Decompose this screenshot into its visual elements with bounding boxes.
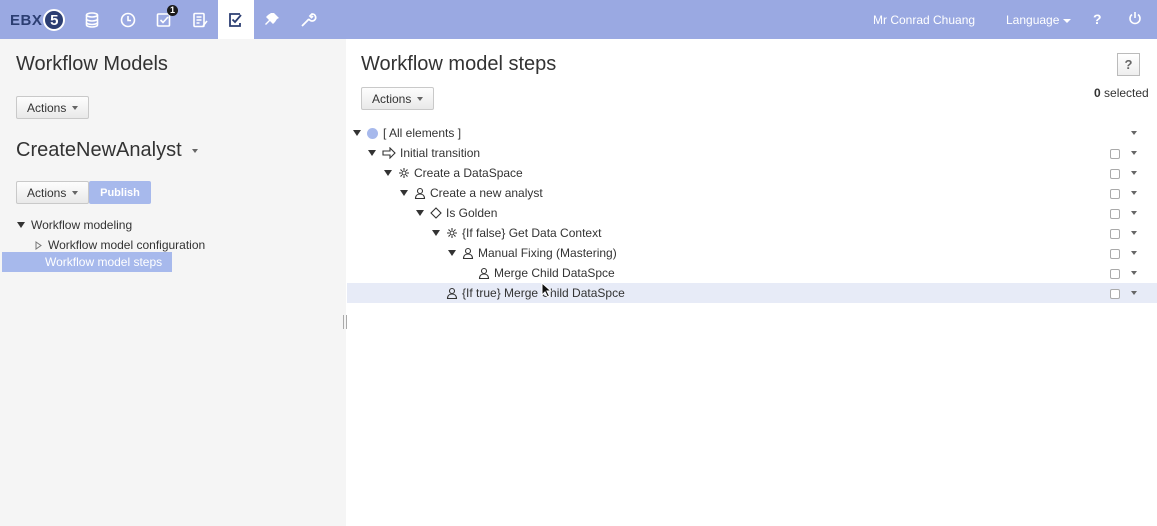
tree-row[interactable]: {If true} Merge Child DataSpce bbox=[347, 283, 1157, 303]
help-button[interactable]: ? bbox=[1093, 11, 1102, 27]
chevron-down-icon[interactable] bbox=[1131, 231, 1137, 235]
ebx5-logo[interactable]: EBX 5 bbox=[10, 8, 66, 32]
row-checkbox[interactable] bbox=[1110, 269, 1120, 279]
row-checkbox[interactable] bbox=[1110, 149, 1120, 159]
chevron-down-icon[interactable] bbox=[1131, 191, 1137, 195]
tree-node-workflow-modeling[interactable]: Workflow modeling bbox=[17, 215, 132, 235]
tree-row[interactable]: Create a DataSpace bbox=[347, 163, 1157, 183]
tree-row[interactable]: Initial transition bbox=[347, 143, 1157, 163]
row-label: Is Golden bbox=[446, 206, 498, 220]
steps-title: Workflow model steps bbox=[361, 53, 557, 75]
row-checkbox[interactable] bbox=[1110, 169, 1120, 179]
tree-row[interactable]: [ All elements ] bbox=[347, 123, 1157, 143]
chevron-down-icon bbox=[1063, 18, 1072, 23]
circle-icon bbox=[367, 127, 378, 139]
row-label: Create a new analyst bbox=[430, 186, 543, 200]
steps-actions-button[interactable]: Actions bbox=[361, 87, 435, 110]
row-checkbox[interactable] bbox=[1110, 249, 1120, 259]
expand-triangle-icon[interactable] bbox=[353, 130, 361, 136]
actions-label: Actions bbox=[27, 100, 67, 115]
help-button[interactable]: ? bbox=[1117, 53, 1140, 76]
chevron-down-icon[interactable] bbox=[1131, 171, 1137, 175]
chevron-down-icon bbox=[72, 190, 79, 195]
mouse-cursor-icon bbox=[541, 282, 553, 298]
chevron-down-icon bbox=[72, 105, 79, 110]
chevron-down-icon[interactable] bbox=[1131, 251, 1137, 255]
chevron-down-icon bbox=[417, 96, 424, 101]
expand-triangle-icon[interactable] bbox=[17, 222, 25, 228]
plugin-icon[interactable] bbox=[254, 0, 290, 39]
row-label: Manual Fixing (Mastering) bbox=[478, 246, 617, 260]
user-task-icon bbox=[446, 287, 458, 299]
chevron-down-icon[interactable] bbox=[1131, 271, 1137, 275]
tasks-icon[interactable]: 1 bbox=[146, 0, 182, 39]
language-label: Language bbox=[1006, 13, 1060, 27]
expand-triangle-icon[interactable] bbox=[416, 210, 424, 216]
chevron-down-icon[interactable] bbox=[1131, 131, 1137, 135]
language-menu[interactable]: Language bbox=[1006, 13, 1072, 27]
expand-triangle-icon[interactable] bbox=[384, 170, 392, 176]
left-pane: Workflow Models Actions CreateNewAnalyst… bbox=[0, 39, 346, 526]
gear-icon bbox=[447, 228, 457, 238]
user-task-icon bbox=[414, 187, 426, 199]
chevron-down-icon[interactable] bbox=[1131, 151, 1137, 155]
row-checkbox[interactable] bbox=[1110, 229, 1120, 239]
row-label: Merge Child DataSpce bbox=[494, 266, 615, 280]
logo-number: 5 bbox=[43, 9, 66, 31]
model-name[interactable]: CreateNewAnalyst bbox=[16, 139, 182, 162]
database-icon[interactable] bbox=[74, 0, 110, 39]
chevron-down-icon[interactable] bbox=[1131, 291, 1137, 295]
row-label: [ All elements ] bbox=[383, 126, 462, 140]
row-checkbox[interactable] bbox=[1110, 189, 1120, 199]
collapse-triangle-icon[interactable] bbox=[35, 240, 43, 250]
row-checkbox[interactable] bbox=[1110, 209, 1120, 219]
clock-icon[interactable] bbox=[110, 0, 146, 39]
tree-row[interactable]: Create a new analyst bbox=[347, 183, 1157, 203]
user-menu[interactable]: Mr Conrad Chuang bbox=[873, 13, 975, 27]
selection-count: 0 selected bbox=[1094, 86, 1149, 100]
tree-row[interactable]: {If false} Get Data Context bbox=[347, 223, 1157, 243]
row-label: Create a DataSpace bbox=[414, 166, 523, 180]
user-task-icon bbox=[478, 267, 490, 279]
tree-row[interactable]: Is Golden bbox=[347, 203, 1157, 223]
publish-button[interactable]: Publish bbox=[89, 181, 151, 204]
power-icon[interactable] bbox=[1128, 11, 1142, 28]
workflow-check-icon[interactable] bbox=[218, 0, 254, 39]
tree-node-label: Workflow modeling bbox=[31, 218, 133, 232]
diamond-condition-icon bbox=[430, 207, 442, 219]
chevron-down-icon[interactable] bbox=[1131, 211, 1137, 215]
tree-node-label: Workflow model steps bbox=[45, 255, 163, 269]
model-actions-button[interactable]: Actions bbox=[16, 181, 90, 204]
tree-row[interactable]: Manual Fixing (Mastering) bbox=[347, 243, 1157, 263]
notification-badge: 1 bbox=[167, 5, 178, 16]
row-checkbox[interactable] bbox=[1110, 289, 1120, 299]
expand-triangle-icon[interactable] bbox=[368, 150, 376, 156]
right-pane: Workflow model steps ? Actions 0 selecte… bbox=[347, 39, 1157, 526]
expand-triangle-icon[interactable] bbox=[448, 250, 456, 256]
tree-node-label: Workflow model configuration bbox=[48, 238, 206, 252]
transition-arrow-icon bbox=[382, 147, 396, 159]
actions-label: Actions bbox=[372, 91, 412, 106]
row-label: {If false} Get Data Context bbox=[462, 226, 602, 240]
row-label: Initial transition bbox=[400, 146, 481, 160]
actions-button[interactable]: Actions bbox=[16, 96, 90, 119]
tree-node-model-steps[interactable]: Workflow model steps bbox=[2, 252, 172, 272]
document-edit-icon[interactable] bbox=[182, 0, 218, 39]
top-bar: EBX 5 1 Mr Conrad Chuang Language ? bbox=[0, 0, 1157, 39]
wrench-icon[interactable] bbox=[290, 0, 326, 39]
gear-icon bbox=[399, 168, 409, 178]
tree-row[interactable]: Merge Child DataSpce bbox=[347, 263, 1157, 283]
expand-triangle-icon[interactable] bbox=[432, 230, 440, 236]
model-actions-label: Actions bbox=[27, 185, 67, 200]
expand-triangle-icon[interactable] bbox=[400, 190, 408, 196]
logo-text: EBX bbox=[10, 11, 43, 29]
page-title: Workflow Models bbox=[16, 53, 168, 75]
user-task-icon bbox=[462, 247, 474, 259]
chevron-down-icon[interactable] bbox=[192, 149, 198, 153]
